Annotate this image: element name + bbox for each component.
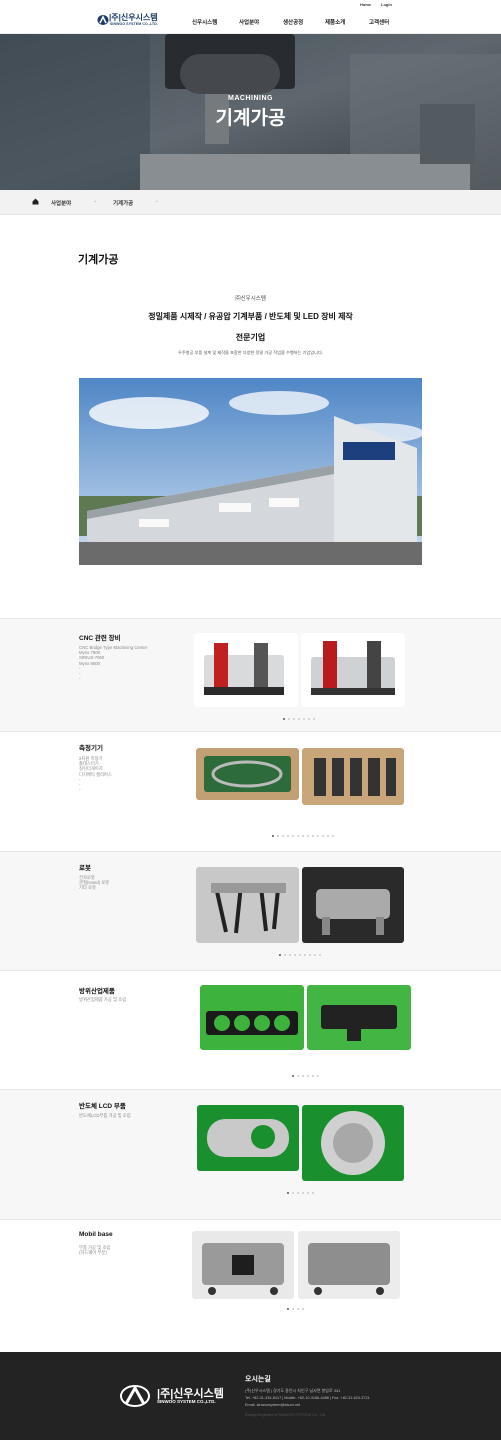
section-desc: 전자로봇 관절(Hand) 로봇 기타 로봇 <box>79 875 110 891</box>
utility-bar: Home Login <box>0 0 501 9</box>
breadcrumb-business[interactable]: 사업분야 <box>51 199 71 207</box>
semiconductor-photo[interactable] <box>197 1105 299 1171</box>
cnc-photo[interactable] <box>301 633 405 707</box>
carousel-dots[interactable] <box>292 1075 322 1078</box>
section-title: CNC 관련 장비 <box>79 635 121 642</box>
mobil-base-photo[interactable] <box>192 1231 294 1299</box>
cnc-photo[interactable] <box>194 633 298 707</box>
defense-photo[interactable] <box>200 985 304 1050</box>
nav-company[interactable]: 신우시스템 <box>192 18 217 26</box>
section-title: Mobil base <box>79 1231 113 1238</box>
carousel-dots[interactable] <box>283 718 323 721</box>
intro-description: 우주항공 부품 설계 및 제작을 포함한 다양한 정밀 가공 작업을 수행하는 … <box>178 350 323 355</box>
company-name: ㈜신우시스템 <box>235 296 266 302</box>
section-desc: 반도체LCD부품 가공 및 조립 <box>79 1113 131 1118</box>
mobil-base-photo[interactable] <box>298 1231 400 1299</box>
measuring-photo[interactable] <box>196 748 299 800</box>
headline-second: 전문기업 <box>235 333 266 342</box>
defense-section: 방위산업제품 방위산업제품 가공 및 조립 <box>0 970 501 1089</box>
semiconductor-section: 반도체 LCD 부품 반도체LCD부품 가공 및 조립 <box>0 1089 501 1219</box>
footer-logo-subtext: SINWOO SYSTEM CO.,LTD. <box>157 1399 216 1404</box>
nav-business[interactable]: 사업분야 <box>239 18 259 26</box>
robot-section: 로봇 전자로봇 관절(Hand) 로봇 기타 로봇 <box>0 851 501 970</box>
footer-logo-icon <box>120 1384 150 1407</box>
section-title: 측정기기 <box>79 745 103 752</box>
section-desc: CNC Bridge Type Machining Center Mynx 750… <box>79 645 148 682</box>
section-desc: 2차원 측정기 홀테스터기 실린더게이지 디지메틱 캘리퍼스 - - - <box>79 756 112 793</box>
measuring-section: 측정기기 2차원 측정기 홀테스터기 실린더게이지 디지메틱 캘리퍼스 - - - <box>0 731 501 851</box>
nav-production[interactable]: 생산공정 <box>283 18 303 26</box>
footer-contact: Tel. +82-31-334-8417 | Mobile. +82-10-31… <box>245 1396 370 1400</box>
robot-photo[interactable] <box>302 867 404 943</box>
semiconductor-photo[interactable] <box>302 1105 404 1181</box>
carousel-dots[interactable] <box>287 1192 317 1195</box>
hero-subtitle: MACHINING <box>228 95 273 102</box>
defense-photo[interactable] <box>307 985 411 1050</box>
breadcrumb: 사업분야 ⌄ 기계가공 ⌄ <box>0 190 501 215</box>
robot-photo[interactable] <box>196 867 299 943</box>
nav-products[interactable]: 제품소개 <box>325 18 345 26</box>
section-desc: 부품 가공 및 조립 (하드웨어 부분) <box>79 1245 111 1256</box>
home-icon[interactable] <box>32 198 39 205</box>
measuring-photo[interactable] <box>302 748 404 805</box>
section-desc: 방위산업제품 가공 및 조립 <box>79 997 127 1002</box>
hero-title: 기계가공 <box>215 108 286 129</box>
factory-photo <box>79 378 422 565</box>
logo-subtext[interactable]: SINWOO SYSTEM CO.,LTD. <box>110 22 158 26</box>
footer-email: Email. sinwoosystem@daum.net <box>245 1403 301 1407</box>
chevron-down-icon[interactable]: ⌄ <box>155 198 159 204</box>
carousel-dots[interactable] <box>279 954 329 957</box>
footer-title: 오시는길 <box>245 1376 271 1383</box>
footer-address: (주)신우시스템 | 경기도 용인시 처인구 남사면 봉암로 341 <box>245 1388 341 1393</box>
nav-support[interactable]: 고객센터 <box>369 18 389 26</box>
cnc-section: CNC 관련 장비 CNC Bridge Type Machining Cent… <box>0 618 501 731</box>
carousel-dots[interactable] <box>272 835 342 838</box>
home-link[interactable]: Home <box>360 2 371 7</box>
breadcrumb-machining[interactable]: 기계가공 <box>113 199 133 207</box>
login-link[interactable]: Login <box>381 2 392 7</box>
section-title: 방위산업제품 <box>79 988 115 995</box>
section-title: 로봇 <box>79 865 91 872</box>
chevron-down-icon[interactable]: ⌄ <box>93 198 97 204</box>
carousel-dots[interactable] <box>287 1308 307 1311</box>
logo-icon[interactable] <box>97 14 109 26</box>
section-title: 반도체 LCD 부품 <box>79 1103 126 1110</box>
mobil-base-section: Mobil base 부품 가공 및 조립 (하드웨어 부분) <box>0 1219 501 1352</box>
page-title: 기계가공 <box>78 254 119 266</box>
footer-copyright: Design Engineer of SINWOO SYSTEM Co., Lt… <box>245 1413 327 1417</box>
headline: 정밀제품 시제작 / 유공압 기계부품 / 반도체 및 LED 장비 제작 <box>148 312 353 321</box>
